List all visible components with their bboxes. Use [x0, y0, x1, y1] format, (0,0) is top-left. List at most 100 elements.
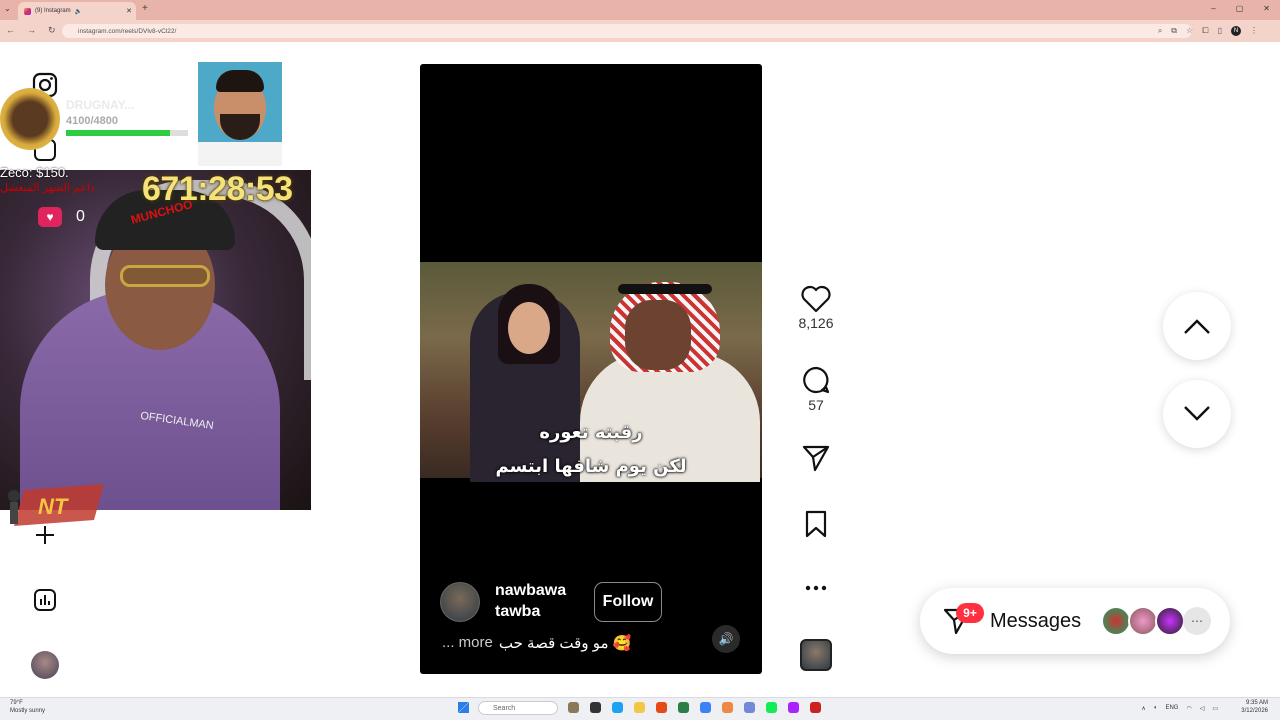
reel-video-player[interactable]: رقبته تعوره لكن يوم شافها ابتسم nawbawa …	[420, 64, 762, 674]
next-reel-button[interactable]	[1163, 380, 1231, 448]
bookmark-star-icon[interactable]: ☆	[1186, 26, 1193, 36]
system-tray: ∧ ◐ ENG ◠ ◁ ▭	[1141, 705, 1218, 712]
maximize-button[interactable]: ▢	[1236, 4, 1244, 13]
taskbar-app-icon[interactable]	[568, 702, 579, 713]
sub-goal-progress: 4100/4800	[66, 115, 118, 127]
donation-subtext: داعم الشهر المنعشل	[0, 182, 95, 194]
browser-tab-instagram[interactable]: (9) Instagram 🔈 ✕	[18, 2, 136, 20]
chevron-up-icon	[1184, 319, 1210, 334]
caption-more-link[interactable]: ... more	[442, 634, 493, 652]
sub-goal-bar-fill	[66, 130, 170, 136]
previous-reel-button[interactable]	[1163, 292, 1231, 360]
share-action[interactable]	[795, 444, 837, 472]
guest-webcam	[198, 62, 282, 166]
profile-avatar[interactable]: N	[1231, 26, 1241, 36]
volume-icon[interactable]: 🔊	[712, 625, 740, 653]
tray-chevron-icon[interactable]: ∧	[1141, 705, 1145, 712]
taskbar-search[interactable]: Search	[478, 701, 558, 715]
close-window-button[interactable]: ✕	[1263, 4, 1270, 13]
comment-icon[interactable]	[801, 365, 831, 395]
file-explorer-icon[interactable]	[634, 702, 645, 713]
new-tab-button[interactable]: +	[142, 3, 148, 14]
url-text: instagram.com/reels/DVlv8-vCl22/	[78, 27, 177, 35]
zoom-icon[interactable]: ⌕	[1158, 26, 1162, 36]
heartbeat-icon: ♥	[38, 207, 62, 227]
edge-icon[interactable]	[612, 702, 623, 713]
discord-icon[interactable]	[744, 702, 755, 713]
guest-hair-shape	[216, 70, 264, 92]
guest-beard-shape	[220, 114, 260, 140]
taskbar-app-icon[interactable]	[590, 702, 601, 713]
audio-thumbnail[interactable]	[800, 639, 832, 671]
window-controls: – ▢ ✕	[1211, 4, 1270, 13]
clock-time: 9:35 AM	[1245, 700, 1268, 706]
taskbar-app-icon[interactable]	[788, 702, 799, 713]
windows-start-icon[interactable]	[458, 702, 469, 713]
tab-close-icon[interactable]: ✕	[126, 7, 132, 15]
weather-desc: Mostly sunny	[10, 708, 46, 714]
volume-tray-icon[interactable]: ◁	[1200, 705, 1205, 712]
profile-avatar-icon[interactable]	[30, 650, 60, 680]
unread-badge: 9+	[956, 603, 984, 623]
forward-arrow-icon[interactable]: →	[27, 25, 36, 36]
back-arrow-icon[interactable]: ←	[6, 25, 15, 36]
extensions-icon[interactable]: ⧠	[1202, 26, 1208, 36]
taskbar-clock[interactable]: 9:35 AM 3/12/2026	[1241, 699, 1268, 715]
sub-goal-horse-icon	[0, 88, 60, 150]
tray-app-icon[interactable]: ◐	[1154, 705, 1158, 712]
tab-title: (9) Instagram	[35, 8, 71, 14]
save-action[interactable]	[795, 510, 837, 538]
browser-toolbar: ⌕ ⧉ ☆ ⧠ ▯ N ⋮	[1158, 26, 1258, 36]
sidebar-icon[interactable]: ▯	[1218, 26, 1222, 36]
follow-button[interactable]: Follow	[594, 582, 662, 622]
minimize-button[interactable]: –	[1211, 4, 1215, 13]
browser-menu-icon[interactable]: ⋮	[1250, 26, 1258, 36]
woman-face-shape	[508, 302, 550, 354]
guest-shirt-shape	[198, 142, 282, 166]
reel-username-line1[interactable]: nawbawa	[495, 582, 566, 600]
taskbar-app-icon[interactable]	[766, 702, 777, 713]
cast-icon[interactable]: ⧉	[1171, 26, 1177, 36]
reel-author-avatar[interactable]	[440, 582, 480, 622]
chrome-icon[interactable]	[722, 702, 733, 713]
clock-date: 3/12/2026	[1241, 708, 1268, 714]
reel-username-line2[interactable]: tawba	[495, 603, 540, 621]
man-face-shape	[625, 300, 691, 370]
more-dots-icon[interactable]	[804, 578, 828, 598]
donation-label: Zeco: $150.	[0, 165, 69, 180]
taskbar-app-icon[interactable]	[656, 702, 667, 713]
conversation-avatar[interactable]	[1128, 606, 1158, 636]
subathon-timer: 671:28:53	[142, 170, 293, 208]
sub-goal-name: DRUGNAY...	[66, 98, 135, 112]
taskbar-app-icon[interactable]	[700, 702, 711, 713]
url-field[interactable]: instagram.com/reels/DVlv8-vCl22/	[62, 24, 1192, 38]
channel-logo-icon: NT	[4, 480, 112, 530]
tab-search-icon[interactable]: ⌄	[4, 4, 11, 13]
language-indicator[interactable]: ENG	[1165, 705, 1178, 712]
video-subtitle-line1: رقبته تعوره	[539, 422, 643, 443]
taskbar-app-icon[interactable]	[810, 702, 821, 713]
taskbar-app-icon[interactable]	[678, 702, 689, 713]
heart-counter: ♥ 0	[38, 207, 85, 227]
messages-label[interactable]: Messages	[990, 610, 1081, 633]
weather-widget[interactable]: 79°F Mostly sunny	[10, 699, 45, 715]
speaker-icon[interactable]: 🔈	[75, 8, 82, 15]
conversation-avatar[interactable]	[1155, 606, 1185, 636]
like-count: 8,126	[798, 315, 834, 331]
more-conversations-icon[interactable]: ⋯	[1183, 607, 1211, 635]
like-action[interactable]: 8,126	[795, 285, 837, 331]
battery-icon[interactable]: ▭	[1212, 705, 1218, 712]
glasses-shape	[120, 265, 210, 287]
send-icon[interactable]	[801, 444, 831, 472]
wifi-icon[interactable]: ◠	[1186, 705, 1191, 712]
heart-count-value: 0	[76, 208, 85, 225]
stats-icon[interactable]	[30, 585, 60, 615]
more-options-action[interactable]	[795, 578, 837, 598]
comment-action[interactable]: 57	[795, 365, 837, 413]
bookmark-icon[interactable]	[804, 510, 828, 538]
reload-icon[interactable]: ↻	[48, 25, 56, 36]
reel-caption[interactable]: ... more مو وقت قصة حب 🥰	[442, 634, 631, 652]
chevron-down-icon	[1184, 406, 1210, 421]
heart-icon[interactable]	[800, 285, 832, 313]
conversation-avatar[interactable]	[1101, 606, 1131, 636]
